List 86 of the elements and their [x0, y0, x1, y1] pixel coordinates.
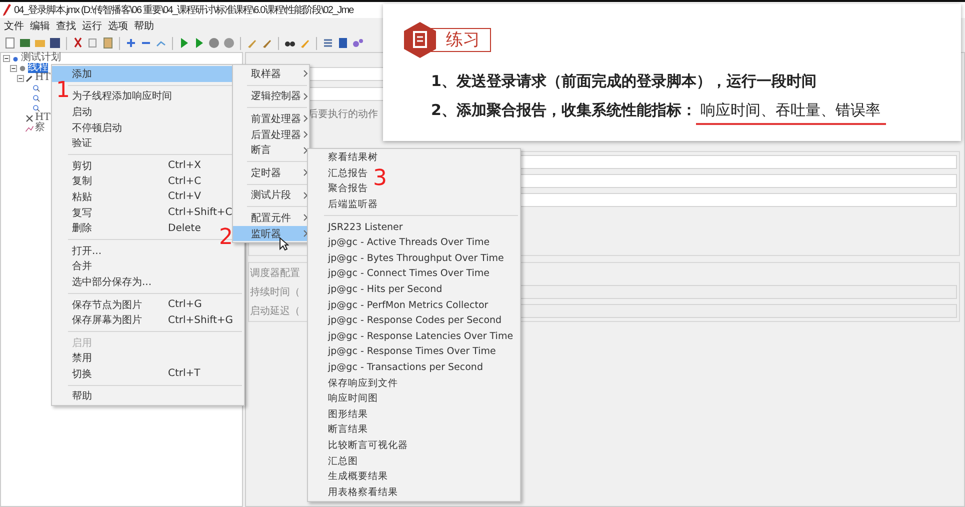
- window-title: 04_登录脚本.jmx (D:\传智播客\06 重要\04_课程研讨\标准课程\6.0课程\性能阶段\02_Jme: [14, 4, 354, 17]
- paste-icon[interactable]: [102, 37, 114, 49]
- menu-item[interactable]: 复制 Ctrl+C: [72, 174, 206, 190]
- menu-item[interactable]: 测试片段: [233, 188, 309, 204]
- step-number: 1: [56, 79, 70, 103]
- menu-bar-item[interactable]: 文件: [4, 19, 24, 33]
- menu-item[interactable]: jp@gc - Hits per Second: [328, 282, 446, 298]
- menu-item[interactable]: 选中部分保存为...: [72, 274, 172, 290]
- slide-text: 2、添加聚合报告，收集系统性能指标：: [431, 101, 696, 121]
- magnifier-icon: [32, 104, 41, 112]
- menu-item[interactable]: 汇总图: [328, 453, 362, 469]
- play-icon[interactable]: [178, 37, 190, 49]
- mouse-cursor-icon: [279, 237, 289, 251]
- cut-icon[interactable]: [72, 37, 84, 49]
- play-icon[interactable]: [193, 37, 205, 49]
- menu-item[interactable]: 断言: [233, 142, 309, 158]
- list-icon[interactable]: [322, 37, 334, 49]
- plus-icon[interactable]: [125, 37, 137, 49]
- pen-icon: [25, 74, 34, 82]
- scheduler-title: 调度器配置: [250, 266, 300, 280]
- pen-icon: [3, 4, 11, 16]
- menu-item[interactable]: 打开...: [72, 242, 172, 259]
- menu-item[interactable]: 断言结果: [328, 422, 372, 438]
- menu-item[interactable]: jp@gc - Connect Times Over Time: [328, 266, 494, 282]
- menu-item[interactable]: 剪切 Ctrl+X: [72, 158, 206, 174]
- menu-item[interactable]: 为子线程添加响应时间: [72, 88, 176, 104]
- menu-item[interactable]: 比较断言可视化器: [328, 438, 412, 454]
- menu-bar-item[interactable]: 编辑: [30, 19, 50, 33]
- menu-item[interactable]: 切换 Ctrl+T: [72, 366, 204, 382]
- menu-item[interactable]: 后端监听器: [328, 196, 382, 212]
- menu-item[interactable]: 图形结果: [328, 406, 372, 422]
- magnifier-icon: [32, 94, 41, 102]
- menu-bar-item[interactable]: 帮助: [134, 19, 154, 33]
- menu-bar-item[interactable]: 运行: [82, 19, 102, 33]
- field-label: 持续时间（: [250, 286, 300, 299]
- copy-icon[interactable]: [87, 37, 99, 49]
- menu-bar-item[interactable]: 查找: [56, 19, 76, 33]
- menu-item[interactable]: 启动: [72, 104, 172, 120]
- field-label: 启动延迟（: [250, 304, 300, 318]
- menu-item[interactable]: 聚合报告: [328, 181, 372, 197]
- menu-item[interactable]: jp@gc - Response Codes per Second: [328, 312, 506, 329]
- menu-item[interactable]: 定时器: [233, 164, 309, 181]
- menu-item[interactable]: 汇总报告: [328, 166, 372, 182]
- menu-item[interactable]: 帮助: [72, 388, 172, 404]
- step-number: 2: [219, 226, 233, 250]
- menu-item[interactable]: 不停顿启动: [72, 120, 172, 136]
- menu-item[interactable]: 合并: [72, 258, 172, 274]
- menu-item[interactable]: 禁用: [72, 350, 172, 366]
- menu-item[interactable]: 用表格察看结果: [328, 484, 402, 500]
- tree-item[interactable]: HT: [35, 73, 50, 83]
- collapse-icon[interactable]: [3, 54, 10, 62]
- menu-item[interactable]: jp@gc - Bytes Throughput Over Time: [328, 250, 508, 266]
- menu-item[interactable]: JSR223 Listener: [328, 219, 407, 235]
- menu-item[interactable]: 前置处理器: [233, 111, 309, 127]
- menu-item[interactable]: jp@gc - Active Threads Over Time: [328, 234, 494, 251]
- menu-bar-item[interactable]: 选项: [108, 19, 128, 33]
- magnifier-icon: [32, 84, 41, 92]
- document-hexagon-icon: [403, 22, 437, 58]
- chart-icon: [25, 124, 34, 132]
- menu-item[interactable]: jp@gc - Response Latencies Over Time: [328, 328, 518, 344]
- stop-icon[interactable]: [208, 37, 220, 49]
- slide-text: 1、发送登录请求（前面完成的登录脚本），运行一段时间: [431, 72, 816, 91]
- tree-item[interactable]: HT: [35, 113, 50, 123]
- collapse-icon[interactable]: [17, 74, 24, 82]
- menu-item[interactable]: 响应时间图: [328, 390, 382, 406]
- tree-item[interactable]: 察: [35, 123, 45, 133]
- menu-item[interactable]: jp@gc - PerfMon Metrics Collector: [328, 297, 492, 313]
- menu-item[interactable]: jp@gc - Response Times Over Time: [328, 344, 500, 360]
- underlined-text: 响应时间、吞吐量、错误率: [696, 101, 886, 125]
- menu-item[interactable]: 监听器: [233, 226, 309, 242]
- menu-item[interactable]: 验证: [72, 135, 172, 151]
- menu-item[interactable]: 察看结果树: [328, 150, 382, 166]
- menu-item[interactable]: 生成概要结果: [328, 468, 392, 484]
- stop-icon[interactable]: [223, 37, 235, 49]
- menu-item[interactable]: 后置处理器: [233, 126, 309, 142]
- menu-item[interactable]: 粘贴 Ctrl+V: [72, 189, 206, 205]
- menu-item[interactable]: 保存节点为图片 Ctrl+G: [72, 296, 206, 312]
- new-file-icon[interactable]: [4, 37, 16, 49]
- menu-item[interactable]: jp@gc - Transactions per Second: [328, 360, 487, 376]
- menu-item[interactable]: 逻辑控制器: [233, 88, 309, 104]
- step-number: 3: [373, 167, 387, 191]
- menu-item[interactable]: 保存屏幕为图片 Ctrl+Shift+G: [72, 312, 238, 328]
- menu-item[interactable]: 保存响应到文件: [328, 375, 402, 391]
- tree-item[interactable]: 测试计划: [21, 53, 61, 63]
- collapse-icon[interactable]: [10, 64, 17, 72]
- menu-item[interactable]: 删除 Delete: [72, 220, 205, 236]
